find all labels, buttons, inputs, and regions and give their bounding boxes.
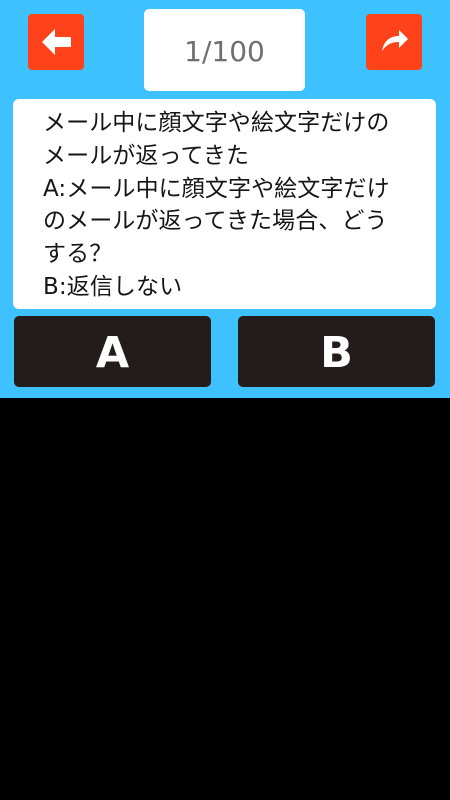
share-arrow-icon	[378, 26, 410, 58]
back-button[interactable]	[28, 14, 84, 70]
answer-b-button[interactable]: B	[238, 316, 435, 387]
back-arrow-icon	[41, 28, 72, 56]
option-b-text: B:返信しない	[43, 273, 183, 300]
question-title: メール中に顔文字や絵文字だけのメールが返ってきた	[43, 110, 390, 169]
answer-a-button[interactable]: A	[14, 316, 211, 387]
option-a-text: A:メール中に顔文字や絵文字だけのメールが返ってきた場合、どうする？	[43, 175, 390, 268]
quiz-panel: 1/100 メール中に顔文字や絵文字だけのメールが返ってきた A:メール中に顔文…	[0, 0, 450, 398]
question-card: メール中に顔文字や絵文字だけのメールが返ってきた A:メール中に顔文字や絵文字だ…	[13, 99, 436, 309]
progress-counter: 1/100	[144, 9, 305, 91]
share-button[interactable]	[366, 14, 422, 70]
app-screen: 1/100 メール中に顔文字や絵文字だけのメールが返ってきた A:メール中に顔文…	[0, 0, 450, 800]
